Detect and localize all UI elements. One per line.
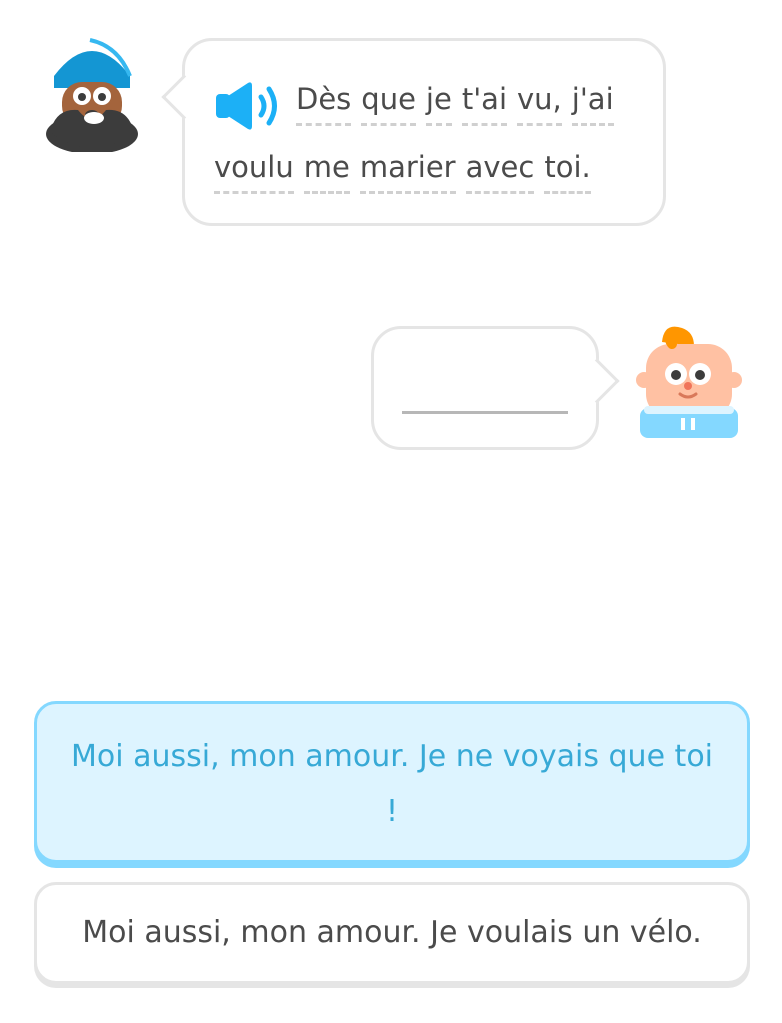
- prompt-speech-bubble: [161, 38, 666, 226]
- option-label: Moi aussi, mon amour. Je ne voyais que t…: [70, 738, 714, 830]
- character-avatar-left: [46, 38, 138, 152]
- prompt-word[interactable]: toi.: [544, 150, 591, 194]
- prompt-word[interactable]: vu,: [517, 82, 562, 126]
- prompt-text-line-1: Dès que je t'ai vu, j'ai: [296, 82, 614, 126]
- answer-option-2[interactable]: Moi aussi, mon amour. Je voulais un vélo…: [34, 882, 750, 984]
- prompt-word[interactable]: t'ai: [461, 82, 507, 126]
- prompt-word[interactable]: marier: [359, 150, 456, 194]
- prompt-word[interactable]: Dès: [296, 82, 352, 126]
- prompt-word[interactable]: je: [425, 82, 452, 126]
- prompt-word[interactable]: me: [303, 150, 350, 194]
- bubble-tail: [574, 358, 620, 404]
- prompt-word[interactable]: que: [361, 82, 416, 126]
- option-label: Moi aussi, mon amour. Je voulais un vélo…: [82, 915, 702, 951]
- answer-speech-bubble: [371, 326, 620, 450]
- prompt-text-line-2: voulu me marier avec toi.: [214, 150, 591, 194]
- prompt-word[interactable]: voulu: [214, 150, 294, 194]
- answer-option-1[interactable]: Moi aussi, mon amour. Je ne voyais que t…: [34, 701, 750, 863]
- answer-blank: [402, 411, 568, 414]
- prompt-word[interactable]: j'ai: [571, 82, 614, 126]
- speaker-icon[interactable]: [212, 80, 282, 132]
- bubble-tail: [161, 74, 207, 120]
- character-avatar-right: [636, 326, 742, 438]
- prompt-word[interactable]: avec: [465, 150, 535, 194]
